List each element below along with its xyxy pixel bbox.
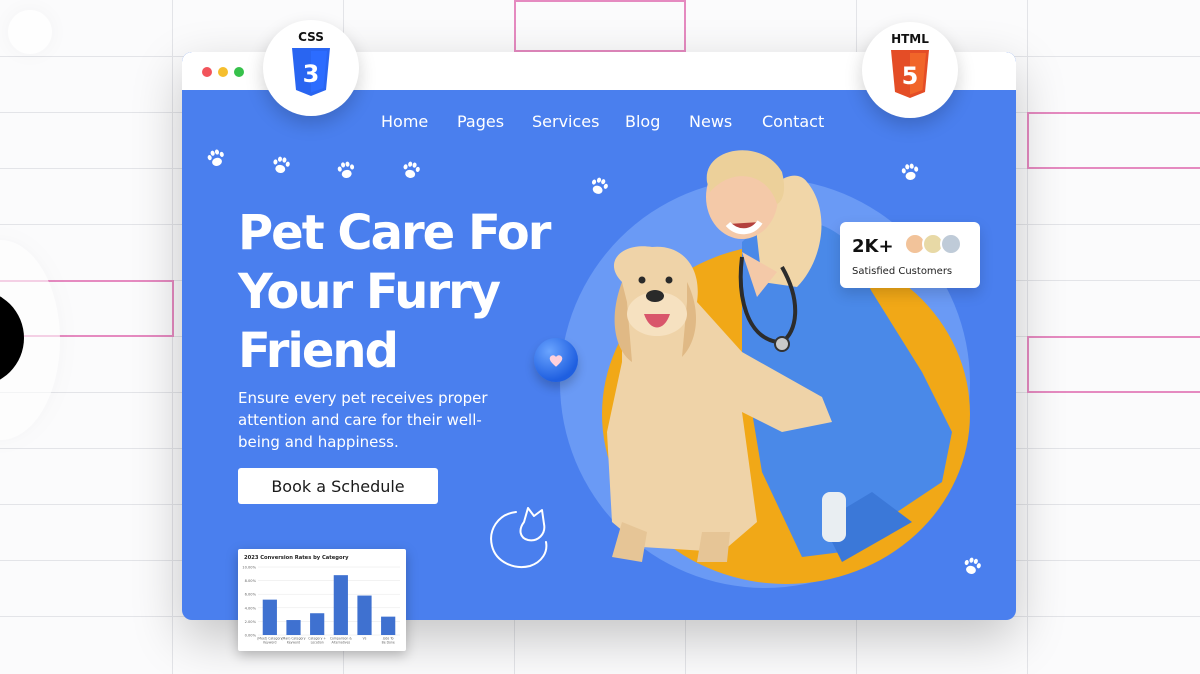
chart-y-tick-label: 8.00% [245, 579, 257, 583]
chart-y-tick-label: 0.00% [245, 634, 257, 638]
hero-title-line: Your Furry [238, 264, 501, 320]
nav-item-pages[interactable]: Pages [457, 112, 504, 131]
css-badge-digit: 3 [303, 60, 320, 88]
chart-y-tick-label: 2.00% [245, 620, 257, 624]
chart-bar [310, 613, 325, 635]
chart-x-tick-label: Location [311, 640, 324, 644]
paw-icon [267, 151, 295, 179]
chart-bar [286, 620, 301, 635]
css-badge: CSS 3 [263, 20, 359, 116]
conversion-bar-chart: 2023 Conversion Rates by Category 10.00% 8… [242, 555, 400, 644]
html5-shield-icon: 5 [891, 50, 929, 98]
maximize-dot-icon[interactable] [234, 67, 244, 77]
hero-subtitle: Ensure every pet receives proper attenti… [238, 389, 488, 451]
decor-circle [8, 10, 52, 54]
nav-item-blog[interactable]: Blog [625, 112, 660, 131]
chart-bar [333, 575, 348, 635]
nav-item-services[interactable]: Services [532, 112, 599, 131]
chart-x-tick-label: Vs [363, 637, 367, 641]
chart-x-tick-label: Keyword [263, 640, 276, 644]
chart-x-tick-label: Keyword [287, 640, 300, 644]
chart-bar [357, 595, 372, 635]
chart-y-tick-label: 6.00% [245, 593, 257, 597]
avatar [940, 233, 962, 255]
heart-bubble [534, 338, 578, 382]
paw-icon [332, 156, 360, 184]
minimize-dot-icon[interactable] [218, 67, 228, 77]
paw-icon [584, 171, 615, 202]
heart-icon [549, 355, 563, 367]
decor-pink-box [1027, 112, 1200, 169]
paw-icon [201, 143, 230, 172]
close-dot-icon[interactable] [202, 67, 212, 77]
chart-y-tick-label: 10.00% [242, 566, 256, 570]
nav-item-news[interactable]: News [689, 112, 732, 131]
nav-item-home[interactable]: Home [381, 112, 428, 131]
hero-orange-circle [602, 244, 970, 584]
chart-x-tick-label: Alternatives [332, 640, 351, 644]
satisfied-customers-card: 2K+ Satisfied Customers [840, 222, 980, 288]
css3-shield-icon: 3 [292, 48, 330, 96]
cat-outline-icon [490, 507, 548, 568]
chart-title: 2023 Conversion Rates by Category [244, 555, 349, 561]
html-badge: HTML 5 [862, 22, 958, 118]
css-badge-label: CSS [298, 30, 324, 44]
conversion-chart-card: 2023 Conversion Rates by Category 10.00% 8… [238, 549, 406, 651]
chart-bar [381, 616, 396, 635]
browser-window: Home Pages Services Blog News Contact Pe… [182, 52, 1016, 620]
paw-icon [957, 551, 986, 580]
customers-count: 2K+ [852, 236, 894, 257]
html-badge-label: HTML [891, 32, 929, 46]
chart-bar [262, 599, 277, 635]
book-schedule-button[interactable]: Book a Schedule [238, 468, 438, 504]
hero-title-line: Pet Care For [238, 205, 551, 261]
paw-icon [397, 156, 425, 184]
chart-y-tick-label: 4.00% [245, 606, 257, 610]
chart-x-tick-label: Be Done [382, 640, 395, 644]
paw-icon [896, 158, 923, 185]
decor-pink-box [1027, 336, 1200, 393]
customers-label: Satisfied Customers [852, 266, 953, 277]
nav-item-contact[interactable]: Contact [762, 112, 824, 131]
decor-pink-box [514, 0, 686, 52]
html-badge-digit: 5 [902, 62, 919, 90]
